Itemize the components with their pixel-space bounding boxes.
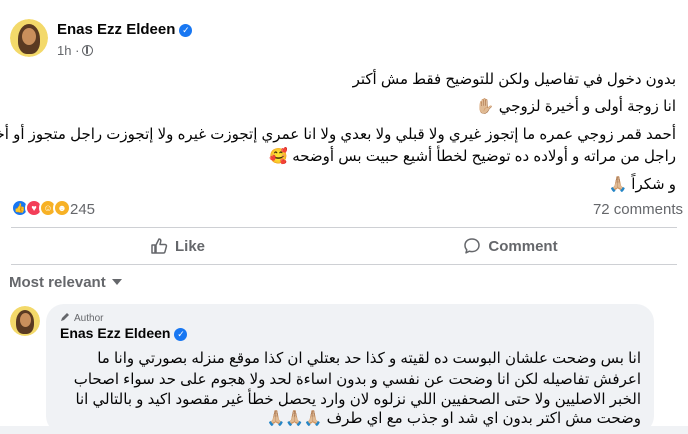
comment-text-line: الخبر الاصليين ولا حتى الصحفيين اللي نزل… <box>75 391 641 408</box>
comment-button[interactable]: Comment <box>344 228 677 264</box>
comment-sort-dropdown[interactable]: Most relevant <box>9 274 122 291</box>
post-text-line: و شكراً 🙏🏼 <box>608 176 676 193</box>
speech-bubble-icon <box>464 238 481 254</box>
comments-count-link[interactable]: 72 comments <box>593 201 683 218</box>
comment-text-line: اعرفش تفاصيله لكن انا وضحت عن نفسي و بدو… <box>73 371 641 388</box>
thumbs-up-icon <box>151 238 168 254</box>
comment-text-line: وضحت مش اكتر بدون اي شد او جذب مع اي طرف… <box>266 410 641 427</box>
like-label: Like <box>174 237 205 255</box>
reaction-count[interactable]: 245 <box>70 201 95 218</box>
caret-down-icon <box>111 279 122 285</box>
post-author-name[interactable]: Enas Ezz Eldeen ✓ <box>57 21 193 38</box>
author-badge: Author <box>60 312 103 324</box>
haha-icon: ☻ <box>53 199 71 217</box>
like-button[interactable]: Like <box>11 228 344 264</box>
post-card: Enas Ezz Eldeen ✓ 1h · بدون دخول في تفاصي… <box>0 0 688 434</box>
post-text-line: أحمد قمر زوجي عمره ما إتجوز غيري ولا قبل… <box>0 126 676 143</box>
commenter-avatar[interactable] <box>10 306 40 336</box>
pencil-icon <box>61 313 69 321</box>
comment-author-name[interactable]: Enas Ezz Eldeen ✓ <box>60 325 188 341</box>
comment-label: Comment <box>488 237 558 255</box>
author-avatar[interactable] <box>10 19 48 57</box>
verified-badge-icon: ✓ <box>179 24 193 37</box>
sort-label: Most relevant <box>9 274 106 291</box>
globe-icon <box>82 45 94 56</box>
post-time[interactable]: 1h <box>57 43 71 58</box>
post-text-line: بدون دخول في تفاصيل ولكن للتوضيح فقط مش … <box>352 71 676 88</box>
verified-badge-icon: ✓ <box>174 328 188 341</box>
divider <box>11 264 677 265</box>
comment-text-line: انا بس وضحت علشان البوست ده لقيته و كذا … <box>97 350 641 367</box>
post-meta: 1h · <box>57 43 94 58</box>
post-text-line: راجل من مراته و أولاده ده توضيح لخطأ أشي… <box>269 148 676 165</box>
post-text-line: انا زوجة أولى و أخيرة لزوجي ✋🏼 <box>475 98 676 115</box>
